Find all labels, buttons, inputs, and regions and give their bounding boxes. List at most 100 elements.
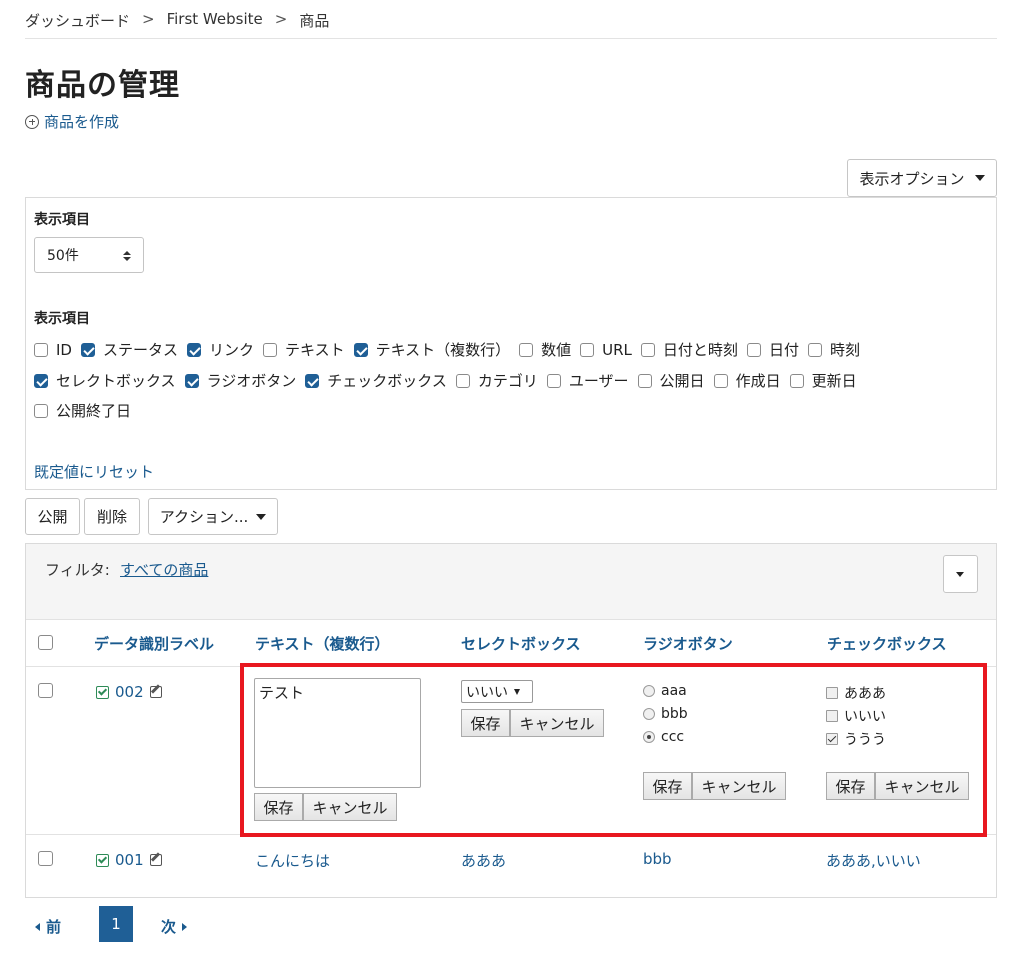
column-label: 公開日: [659, 372, 705, 390]
highlight-box: [240, 663, 987, 837]
checkbox[interactable]: [746, 342, 761, 357]
checkbox[interactable]: [34, 342, 48, 357]
reset-defaults-link[interactable]: 既定値にリセット: [34, 461, 154, 482]
column-header-checkbox[interactable]: チェックボックス: [827, 633, 947, 654]
breadcrumb-dashboard[interactable]: ダッシュボード: [25, 10, 130, 31]
updown-arrow-icon: [123, 251, 131, 261]
row-label-link[interactable]: 001: [115, 851, 144, 869]
column-label: ユーザー: [568, 372, 629, 390]
column-header-radio[interactable]: ラジオボタン: [643, 633, 733, 654]
breadcrumb-website[interactable]: First Website: [167, 10, 263, 31]
checkbox[interactable]: [637, 373, 652, 388]
divider: [25, 38, 997, 39]
column-header-selectbox[interactable]: セレクトボックス: [461, 633, 581, 654]
row-label-cell: 001: [96, 851, 162, 869]
row-label-link[interactable]: 002: [115, 683, 144, 701]
columns-heading: 表示項目: [34, 311, 90, 327]
column-option-unpublish-date[interactable]: 公開終了日: [34, 400, 131, 421]
create-product-link[interactable]: 商品を作成: [25, 111, 119, 132]
column-label: 更新日: [811, 372, 857, 390]
filter-bar: フィルタ: すべての商品: [26, 544, 996, 620]
column-option-created-date[interactable]: 作成日: [713, 370, 781, 391]
checkbox[interactable]: [713, 373, 728, 388]
column-header-label[interactable]: データ識別ラベル: [94, 633, 214, 654]
next-page-link[interactable]: 次: [161, 916, 188, 937]
column-label: 時刻: [829, 341, 860, 359]
perpage-heading: 表示項目: [34, 212, 90, 228]
cell-radio[interactable]: bbb: [643, 850, 672, 868]
chevron-right-icon: [182, 922, 188, 931]
column-option-radio[interactable]: ラジオボタン: [184, 370, 296, 391]
checkbox[interactable]: [519, 342, 534, 357]
column-label: 日付と時刻: [662, 341, 738, 359]
column-option-number[interactable]: 数値: [519, 339, 571, 360]
column-option-time[interactable]: 時刻: [807, 339, 860, 360]
checkbox[interactable]: [580, 342, 595, 357]
select-all-checkbox[interactable]: [38, 635, 53, 650]
column-label: リンク: [209, 341, 255, 359]
edit-icon[interactable]: [149, 686, 162, 698]
column-option-selectbox[interactable]: セレクトボックス: [34, 370, 176, 391]
pagination: 前 1 次: [25, 906, 225, 942]
column-label: ステータス: [102, 341, 178, 359]
delete-button[interactable]: 削除: [84, 498, 140, 535]
checkbox-checked[interactable]: [80, 342, 95, 357]
checkbox[interactable]: [807, 342, 822, 357]
column-option-category[interactable]: カテゴリ: [455, 370, 538, 391]
checkbox-checked[interactable]: [353, 342, 368, 357]
display-options-button[interactable]: 表示オプション: [847, 159, 997, 197]
checkbox-checked[interactable]: [305, 373, 320, 388]
status-check-icon: [96, 853, 109, 867]
caret-down-icon: [956, 572, 964, 577]
column-label: セレクトボックス: [56, 372, 176, 390]
column-option-datetime[interactable]: 日付と時刻: [640, 339, 738, 360]
filter-dropdown-button[interactable]: [943, 555, 978, 593]
edit-icon[interactable]: [149, 854, 162, 866]
checkbox[interactable]: [789, 373, 804, 388]
checkbox[interactable]: [263, 342, 278, 357]
column-option-user[interactable]: ユーザー: [546, 370, 629, 391]
column-option-link[interactable]: リンク: [187, 339, 254, 360]
column-label: カテゴリ: [477, 372, 538, 390]
column-option-text[interactable]: テキスト: [263, 339, 345, 360]
cell-checkbox[interactable]: あああ,いいい: [826, 850, 921, 871]
column-label: チェックボックス: [327, 372, 447, 390]
column-option-status[interactable]: ステータス: [80, 339, 178, 360]
action-menu-button[interactable]: アクション...: [148, 498, 278, 535]
current-page[interactable]: 1: [99, 906, 133, 942]
create-product-label: 商品を作成: [44, 113, 120, 131]
row-checkbox[interactable]: [38, 851, 53, 866]
column-option-multiline-text[interactable]: テキスト（複数行）: [353, 339, 510, 360]
checkbox[interactable]: [455, 373, 470, 388]
next-label: 次: [161, 918, 177, 936]
caret-down-icon: [974, 175, 985, 181]
page-title: 商品の管理: [25, 68, 180, 103]
plus-circle-icon: [25, 114, 39, 129]
column-label: 数値: [541, 341, 572, 359]
display-options-label: 表示オプション: [859, 169, 965, 188]
checkbox[interactable]: [640, 342, 655, 357]
checkbox[interactable]: [546, 373, 561, 388]
cell-selectbox[interactable]: あああ: [461, 850, 506, 871]
columns-row-1: ID ステータス リンク テキスト テキスト（複数行） 数値 URL 日付と時刻…: [34, 339, 869, 360]
cell-multiline-text[interactable]: こんにちは: [255, 850, 330, 871]
column-option-date[interactable]: 日付: [746, 339, 799, 360]
perpage-select[interactable]: 50件: [34, 237, 144, 273]
row-checkbox[interactable]: [38, 683, 53, 698]
checkbox-checked[interactable]: [34, 373, 48, 388]
perpage-value: 50件: [47, 248, 79, 264]
row-label-cell: 002: [96, 683, 162, 701]
checkbox-checked[interactable]: [187, 342, 201, 357]
checkbox[interactable]: [34, 403, 48, 418]
checkbox-checked[interactable]: [184, 373, 199, 388]
column-option-updated-date[interactable]: 更新日: [789, 370, 857, 391]
column-option-publish-date[interactable]: 公開日: [637, 370, 705, 391]
publish-button[interactable]: 公開: [25, 498, 80, 535]
filter-link[interactable]: すべての商品: [120, 559, 208, 580]
action-menu-label: アクション...: [159, 508, 249, 526]
column-option-url[interactable]: URL: [580, 341, 632, 359]
column-option-checkbox[interactable]: チェックボックス: [305, 370, 447, 391]
column-option-id[interactable]: ID: [34, 341, 72, 359]
prev-page-link[interactable]: 前: [35, 916, 61, 937]
column-header-multiline-text[interactable]: テキスト（複数行）: [255, 633, 390, 654]
